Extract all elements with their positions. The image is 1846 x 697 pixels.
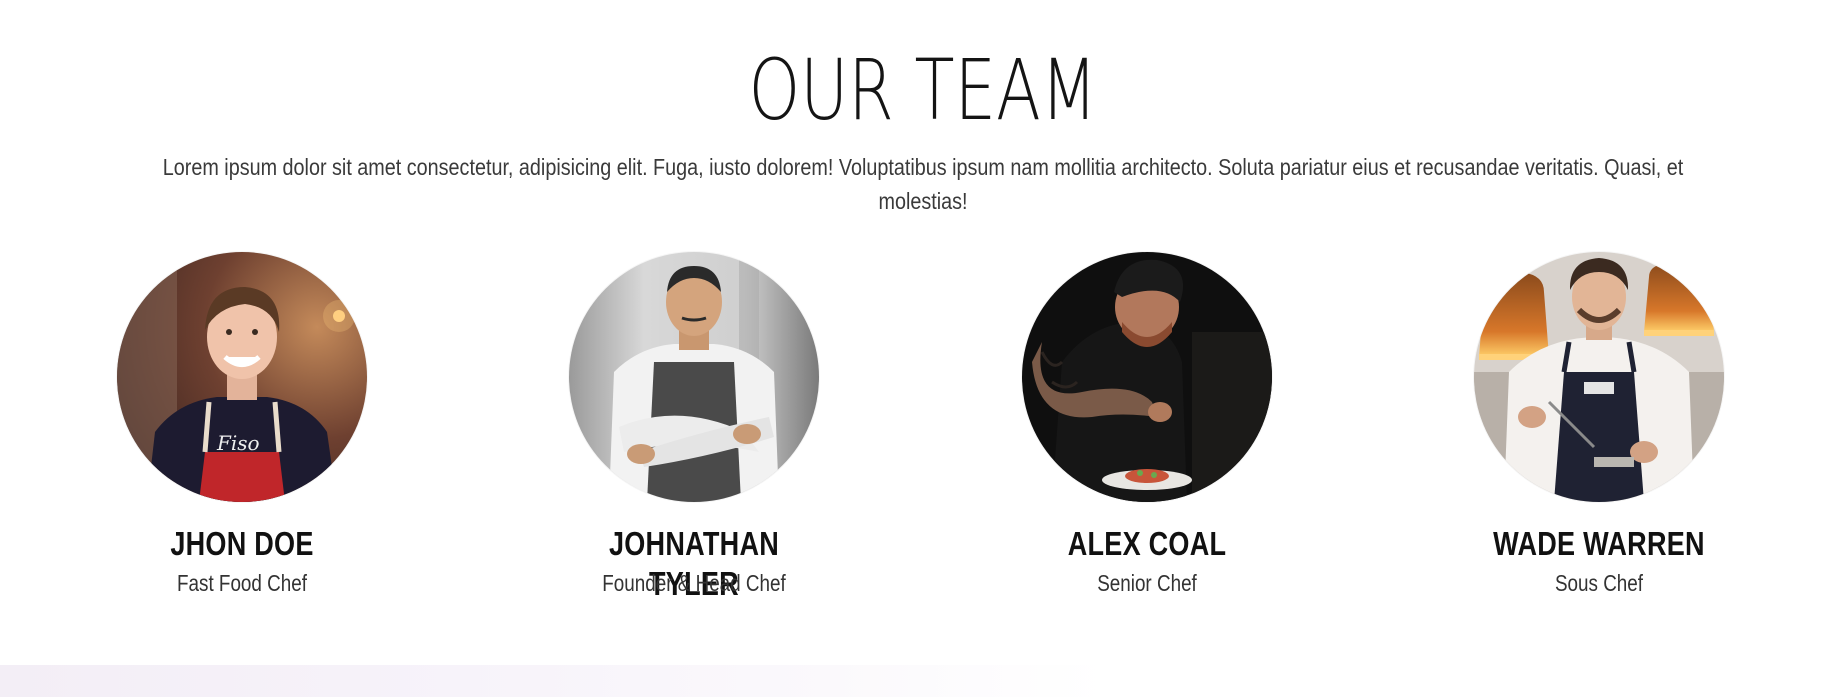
team-member-name: JHON DOE: [170, 525, 314, 562]
team-member-card: WADE WARREN Sous Chef: [1439, 252, 1759, 612]
team-members-list: Fiso JHON DOE Fast Food Chef JOHNATHAN T…: [0, 252, 1846, 612]
team-member-role: Founder & Head Chef: [602, 570, 786, 596]
team-member-card: JOHNATHAN TYLER Founder & Head Chef: [534, 252, 854, 612]
our-team-section: OUR TEAM Lorem ipsum dolor sit amet cons…: [0, 0, 1846, 665]
team-member-role: Sous Chef: [1554, 570, 1644, 596]
team-member-name: WADE WARREN: [1493, 525, 1705, 562]
next-section-edge: [0, 665, 1846, 697]
team-member-photo: [569, 252, 819, 502]
team-member-role: Fast Food Chef: [177, 570, 307, 596]
section-title: OUR TEAM: [748, 41, 1098, 139]
team-member-name: ALEX COAL: [1067, 525, 1227, 562]
svg-text:Fiso: Fiso: [216, 431, 260, 455]
team-member-card: ALEX COAL Senior Chef: [987, 252, 1307, 612]
team-member-photo: [1022, 252, 1272, 502]
team-member-card: Fiso JHON DOE Fast Food Chef: [82, 252, 402, 612]
section-description: Lorem ipsum dolor sit amet consectetur, …: [162, 154, 1684, 214]
team-member-role: Senior Chef: [1097, 570, 1197, 596]
team-member-photo: Fiso: [117, 252, 367, 502]
team-member-photo: [1474, 252, 1724, 502]
